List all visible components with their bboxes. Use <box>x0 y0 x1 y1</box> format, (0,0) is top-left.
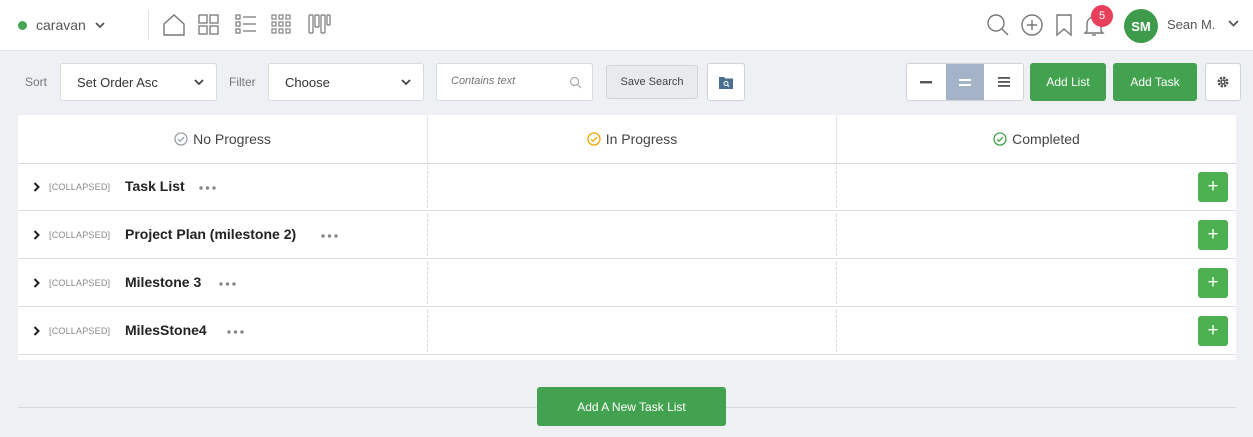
task-list-title[interactable]: Project Plan (milestone 2) <box>125 226 296 242</box>
project-name: caravan <box>36 17 86 33</box>
column-label: In Progress <box>605 131 678 147</box>
status-dot <box>18 20 27 30</box>
gear-icon <box>1217 76 1229 88</box>
chevron-right-icon[interactable] <box>33 182 40 192</box>
plus-icon: + <box>1207 320 1219 341</box>
search-icon[interactable] <box>985 12 1011 38</box>
filter-value: Choose <box>285 74 330 90</box>
column-divider <box>836 214 837 256</box>
task-list-row[interactable]: [COLLAPSED] Project Plan (milestone 2) + <box>18 212 1236 259</box>
save-search-button[interactable]: Save Search <box>606 65 698 99</box>
avatar[interactable]: SM <box>1124 9 1158 43</box>
plus-icon: + <box>1207 224 1219 245</box>
settings-button[interactable] <box>1205 63 1241 101</box>
collapsed-tag: [COLLAPSED] <box>49 326 111 336</box>
home-icon[interactable] <box>161 12 187 38</box>
minus-icon <box>920 80 933 83</box>
add-task-to-list-button[interactable]: + <box>1198 268 1228 298</box>
add-task-to-list-button[interactable]: + <box>1198 220 1228 250</box>
task-list-title[interactable]: Task List <box>125 178 185 194</box>
search-input[interactable] <box>451 75 561 87</box>
more-options-icon[interactable] <box>321 234 338 238</box>
add-task-button[interactable]: Add Task <box>1113 63 1197 101</box>
chevron-right-icon[interactable] <box>33 326 40 336</box>
check-circle-icon <box>174 132 188 146</box>
density-normal[interactable] <box>945 64 985 100</box>
add-task-to-list-button[interactable]: + <box>1198 316 1228 346</box>
bookmark-icon[interactable] <box>1053 12 1075 38</box>
more-options-icon[interactable] <box>199 186 216 190</box>
sort-value: Set Order Asc <box>77 74 158 90</box>
folder-search-icon <box>719 76 733 89</box>
column-in-progress: In Progress <box>428 115 836 163</box>
search-box <box>436 63 593 101</box>
column-completed: Completed <box>837 115 1236 163</box>
sort-label: Sort <box>25 75 48 89</box>
column-label: Completed <box>1012 131 1080 147</box>
check-circle-icon <box>993 132 1007 146</box>
task-list-row[interactable]: [COLLAPSED] MilesStone4 + <box>18 308 1236 355</box>
notification-badge[interactable]: 5 <box>1091 5 1113 27</box>
add-circle-icon[interactable] <box>1019 12 1045 38</box>
filter-select[interactable]: Choose <box>268 63 424 101</box>
kanban-view-icon[interactable] <box>307 12 331 36</box>
density-toggle <box>906 63 1024 101</box>
plus-icon: + <box>1207 272 1219 293</box>
chevron-down-icon <box>401 79 411 86</box>
chevron-down-icon <box>194 79 204 86</box>
grid-view-icon[interactable] <box>270 12 294 36</box>
column-no-progress: No Progress <box>18 115 427 163</box>
chevron-down-icon <box>95 21 105 28</box>
column-divider <box>836 310 837 352</box>
plus-icon: + <box>1207 176 1219 197</box>
add-list-button[interactable]: Add List <box>1030 63 1106 101</box>
task-list-row[interactable]: [COLLAPSED] Task List + <box>18 164 1236 211</box>
column-divider <box>427 214 428 256</box>
add-task-list-button[interactable]: Add A New Task List <box>537 387 726 426</box>
column-divider <box>836 166 837 208</box>
list-view-icon[interactable] <box>234 12 258 36</box>
column-label: No Progress <box>193 131 271 147</box>
chevron-down-icon[interactable] <box>1228 20 1239 28</box>
more-options-icon[interactable] <box>219 282 236 286</box>
column-divider <box>427 310 428 352</box>
divider <box>148 10 149 40</box>
column-divider <box>836 262 837 304</box>
search-icon <box>569 76 582 89</box>
collapsed-tag: [COLLAPSED] <box>49 278 111 288</box>
chevron-right-icon[interactable] <box>33 230 40 240</box>
board-view-icon[interactable] <box>197 12 221 36</box>
density-expanded[interactable] <box>984 64 1023 100</box>
column-divider <box>427 262 428 304</box>
top-navbar: caravan 5 SM Sean M. <box>0 0 1253 51</box>
task-list-title[interactable]: Milestone 3 <box>125 274 201 290</box>
menu-icon <box>997 77 1010 87</box>
task-list-row[interactable]: [COLLAPSED] Milestone 3 + <box>18 260 1236 307</box>
add-task-to-list-button[interactable]: + <box>1198 172 1228 202</box>
task-board: No Progress In Progress Completed [COLLA… <box>18 115 1236 360</box>
project-selector[interactable]: caravan <box>18 13 105 37</box>
filter-label: Filter <box>229 75 256 89</box>
collapsed-tag: [COLLAPSED] <box>49 182 111 192</box>
sort-select[interactable]: Set Order Asc <box>60 63 217 101</box>
chevron-right-icon[interactable] <box>33 278 40 288</box>
task-list-title[interactable]: MilesStone4 <box>125 322 207 338</box>
column-divider <box>427 166 428 208</box>
collapsed-tag: [COLLAPSED] <box>49 230 111 240</box>
more-options-icon[interactable] <box>227 330 244 334</box>
saved-searches-button[interactable] <box>707 63 745 101</box>
check-circle-icon <box>587 132 601 146</box>
density-compact[interactable] <box>907 64 946 100</box>
user-name[interactable]: Sean M. <box>1167 17 1215 32</box>
equals-icon <box>959 78 971 86</box>
